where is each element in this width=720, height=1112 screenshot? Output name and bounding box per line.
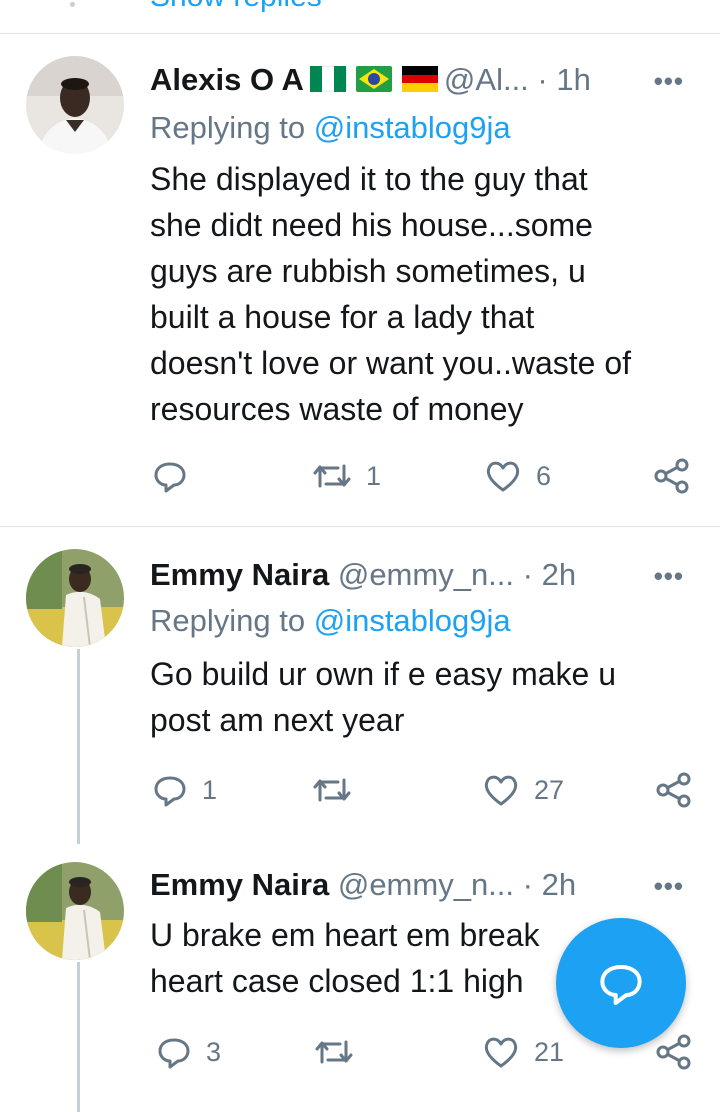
replying-to-label: Replying to [150, 110, 306, 145]
tweet-line: post am next year [150, 702, 405, 738]
replying-to-label: Replying to [150, 603, 306, 638]
retweet-button[interactable] [312, 772, 366, 808]
mention-link[interactable]: @instablog9ja [314, 603, 511, 638]
replying-to: Replying to @instablog9ja [150, 110, 511, 146]
tweet-line: built a house for a lady that [150, 299, 535, 335]
tweet-header: Emmy Naira @emmy_n... · 2h [150, 553, 576, 597]
compose-reply-icon [600, 965, 642, 1005]
tweet-line: guys are rubbish sometimes, u [150, 253, 586, 289]
reply-count: 1 [202, 774, 218, 805]
heart-icon [484, 1037, 518, 1068]
reply-button[interactable]: 3 [156, 1034, 221, 1070]
display-name[interactable]: Emmy Naira [150, 867, 329, 902]
more-options-icon[interactable]: ••• [654, 561, 684, 592]
thread-line [77, 649, 80, 844]
reply-icon [154, 462, 186, 493]
retweet-button[interactable] [314, 1034, 368, 1070]
tweet-actions: 1 27 [0, 772, 720, 812]
timestamp[interactable]: · 1h [537, 62, 590, 97]
mention-link[interactable]: @instablog9ja [314, 110, 511, 145]
retweet-icon [313, 464, 351, 488]
heart-icon [484, 775, 518, 806]
tweet-line: doesn't love or want you..waste of [150, 345, 632, 381]
replying-to: Replying to @instablog9ja [150, 603, 511, 639]
share-button[interactable] [654, 1034, 694, 1070]
timestamp[interactable]: · 2h [523, 867, 576, 902]
like-count: 21 [534, 1036, 565, 1067]
reply-icon [154, 776, 186, 807]
user-handle[interactable]: @Al... [444, 62, 529, 97]
tweet-actions: 1 6 [0, 458, 720, 498]
tweet-text: She displayed it to the guy that she did… [150, 156, 690, 432]
retweet-icon [315, 1040, 353, 1064]
retweet-icon [313, 778, 351, 802]
share-icon [656, 772, 691, 808]
reply-icon [158, 1038, 190, 1069]
like-button[interactable]: 27 [482, 772, 564, 808]
like-count: 27 [534, 774, 565, 805]
tweet-emmy-1[interactable]: Emmy Naira @emmy_n... · 2h ••• Replying … [0, 527, 720, 844]
show-replies-link[interactable]: Show replies [150, 0, 322, 14]
reply-count: 3 [206, 1036, 222, 1067]
tweet-alexis[interactable]: Alexis O A @Al... · 1h ••• Replying to @… [0, 34, 720, 526]
like-button[interactable]: 21 [482, 1034, 564, 1070]
brazil-flag-icon [355, 65, 392, 92]
timestamp[interactable]: · 2h [523, 557, 576, 592]
more-options-icon[interactable]: ••• [654, 871, 684, 902]
more-options-icon[interactable]: ••• [654, 66, 684, 97]
flag-emojis [309, 60, 440, 104]
tweet-line: She displayed it to the guy that [150, 161, 588, 197]
avatar[interactable] [26, 549, 124, 647]
reply-button[interactable]: 1 [152, 772, 217, 808]
display-name[interactable]: Alexis O A [150, 62, 304, 97]
tweet-text: Go build ur own if e easy make u post am… [150, 651, 690, 743]
retweet-button[interactable]: 1 [312, 458, 381, 494]
thread-dot [70, 2, 75, 7]
share-icon [656, 1034, 691, 1070]
share-button[interactable] [652, 458, 692, 494]
avatar[interactable] [26, 862, 124, 960]
tweet-header: Emmy Naira @emmy_n... · 2h [150, 863, 576, 907]
tweet-header: Alexis O A @Al... · 1h [150, 58, 591, 102]
tweet-line: Go build ur own if e easy make u [150, 656, 617, 692]
share-button[interactable] [654, 772, 694, 808]
previous-tweet-tail: Show replies [0, 0, 720, 14]
heart-icon [486, 461, 520, 492]
user-handle[interactable]: @emmy_n... [338, 867, 514, 902]
like-count: 6 [536, 460, 552, 491]
tweet-line: she didt need his house...some [150, 207, 593, 243]
tweet-line: resources waste of money [150, 391, 524, 427]
retweet-count: 1 [366, 460, 382, 491]
compose-reply-button[interactable] [556, 918, 686, 1048]
like-button[interactable]: 6 [484, 458, 551, 494]
germany-flag-icon [401, 65, 438, 92]
nigeria-flag-icon [309, 65, 347, 93]
display-name[interactable]: Emmy Naira [150, 557, 329, 592]
share-icon [654, 458, 689, 494]
reply-button[interactable] [152, 458, 202, 494]
avatar[interactable] [26, 56, 124, 154]
user-handle[interactable]: @emmy_n... [338, 557, 514, 592]
